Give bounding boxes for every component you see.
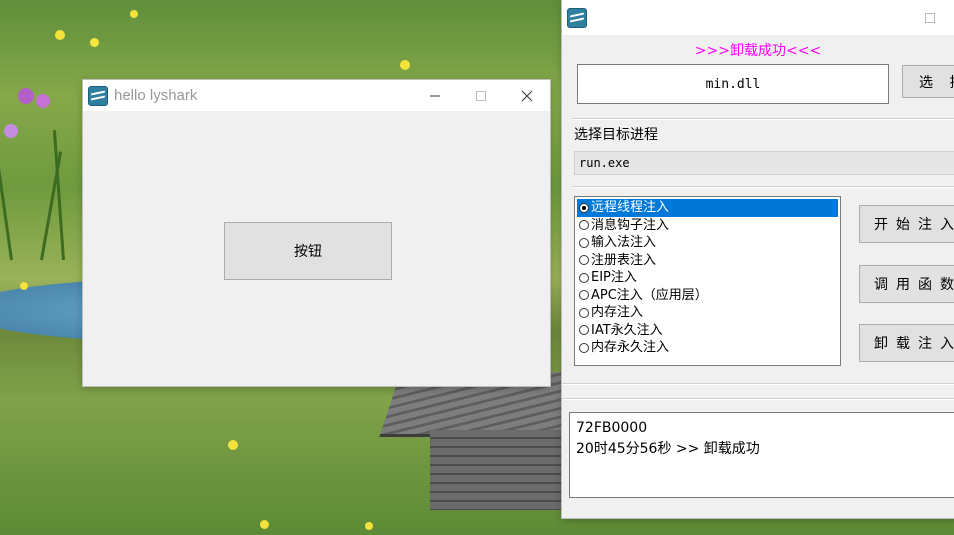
anniu-button[interactable]: 按钮 [224, 222, 392, 280]
list-item[interactable]: IAT永久注入 [577, 322, 838, 340]
separator [572, 118, 954, 120]
separator [562, 398, 954, 400]
dll-path-field[interactable]: min.dll [577, 64, 889, 104]
process-label: 选择目标进程 [574, 127, 658, 143]
list-item-label: 输入法注入 [591, 235, 657, 251]
close-button[interactable] [504, 80, 550, 111]
list-item-label: APC注入（应用层） [591, 287, 708, 303]
list-item[interactable]: 内存注入 [577, 304, 838, 322]
log-line: 72FB0000 [576, 420, 648, 436]
minimize-button[interactable] [412, 80, 458, 111]
hello-window-titlebar[interactable]: hello lyshark [83, 80, 550, 111]
maximize-button[interactable] [898, 0, 954, 35]
list-item-label: EIP注入 [591, 270, 637, 286]
radio-icon [579, 255, 589, 266]
separator [562, 383, 954, 385]
log-output[interactable]: 72FB0000 20时45分56秒 >> 卸载成功 [569, 412, 954, 498]
list-item[interactable]: 远程线程注入 [577, 199, 838, 217]
list-item-label: 远程线程注入 [591, 200, 670, 216]
list-item[interactable]: 消息钩子注入 [577, 217, 838, 235]
list-item-label: 内存注入 [591, 305, 644, 321]
window-title: hello lyshark [114, 87, 198, 104]
list-item-label: 注册表注入 [591, 252, 657, 268]
injector-window-titlebar[interactable] [562, 0, 954, 35]
status-message: >>>卸载成功<<< [694, 43, 822, 59]
list-item[interactable]: 内存永久注入 [577, 339, 838, 357]
process-field[interactable]: run.exe [574, 151, 954, 175]
list-item[interactable]: 输入法注入 [577, 234, 838, 252]
minimize-icon [430, 95, 440, 96]
list-item[interactable]: 注册表注入 [577, 252, 838, 270]
injection-method-list[interactable]: 远程线程注入 消息钩子注入 输入法注入 注册表注入 EIP注入 APC注入（应用… [574, 196, 841, 366]
radio-icon [579, 325, 589, 336]
app-icon [88, 85, 108, 106]
call-function-button[interactable]: 调用函数 [859, 265, 954, 303]
radio-icon [579, 290, 589, 301]
radio-icon [579, 307, 589, 318]
hello-window: hello lyshark 按钮 [83, 80, 550, 386]
close-icon [521, 90, 533, 101]
log-line: 20时45分56秒 >> 卸载成功 [576, 441, 760, 457]
list-item-label: 内存永久注入 [591, 340, 670, 356]
hut-image [379, 372, 581, 512]
radio-icon [579, 202, 589, 213]
hello-window-client: 按钮 [83, 111, 550, 386]
list-item-label: 消息钩子注入 [591, 217, 670, 233]
app-icon [567, 7, 587, 28]
separator [572, 186, 954, 188]
list-item[interactable]: APC注入（应用层） [577, 287, 838, 305]
list-item-label: IAT永久注入 [591, 322, 663, 338]
radio-icon [579, 237, 589, 248]
start-inject-button[interactable]: 开始注入 [859, 205, 954, 243]
radio-icon [579, 220, 589, 231]
unload-inject-button[interactable]: 卸载注入 [859, 324, 954, 362]
radio-icon [579, 272, 589, 283]
list-item[interactable]: EIP注入 [577, 269, 838, 287]
maximize-button[interactable] [458, 80, 504, 111]
maximize-icon [925, 12, 935, 23]
injector-window: >>>卸载成功<<< min.dll 选 择 选择目标进程 run.exe 远程… [562, 0, 954, 518]
select-dll-button[interactable]: 选 择 [902, 65, 954, 98]
radio-icon [579, 342, 589, 353]
maximize-icon [476, 90, 486, 101]
